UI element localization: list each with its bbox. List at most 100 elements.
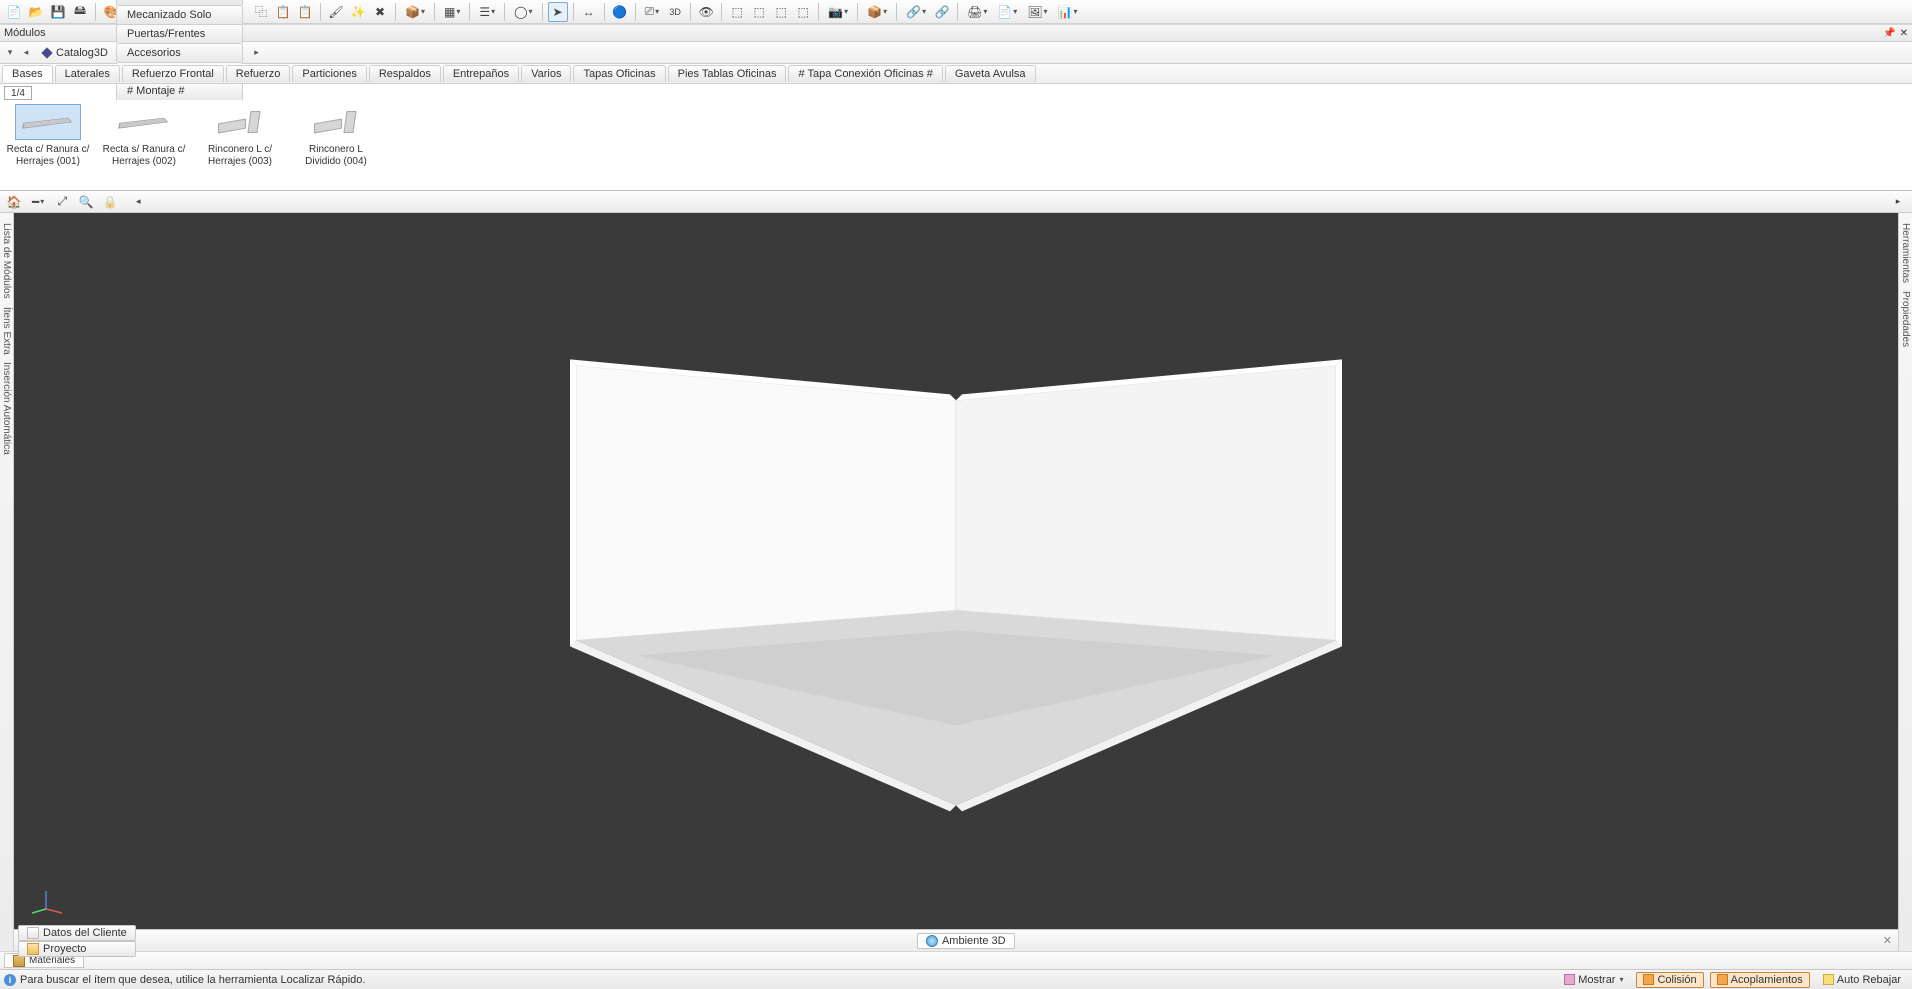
- side-tab--tens-extra[interactable]: Ítens Extra: [1, 303, 12, 359]
- status-mostrar[interactable]: Mostrar▾: [1557, 972, 1630, 988]
- tab-prev-icon[interactable]: ◂: [18, 44, 34, 62]
- gallery-item[interactable]: Rinconero L c/ Herrajes (003): [198, 104, 282, 167]
- tab-label: Datos del Cliente: [43, 927, 127, 939]
- tab-puertas-frentes[interactable]: Puertas/Frentes: [116, 24, 243, 43]
- gallery-thumb: [303, 104, 369, 140]
- subtab-entrepa-os[interactable]: Entrepaños: [443, 65, 519, 82]
- camera-dd-icon[interactable]: 📷▾: [824, 2, 852, 22]
- paste-special-icon[interactable]: 📋: [295, 2, 315, 22]
- catalog-cube-icon: [41, 47, 52, 58]
- save-all-icon[interactable]: 🖴: [70, 2, 90, 22]
- subtab-laterales[interactable]: Laterales: [55, 65, 120, 82]
- tab-menu-icon[interactable]: ▾: [2, 44, 18, 62]
- gallery-wrap: 1/4 Recta c/ Ranura c/ Herrajes (001)Rec…: [0, 84, 1912, 191]
- status-text: Para buscar el ítem que desea, utilice l…: [20, 974, 365, 986]
- subtab-pies-tablas-oficinas[interactable]: Pies Tablas Oficinas: [668, 65, 787, 82]
- subtab-refuerzo-frontal[interactable]: Refuerzo Frontal: [122, 65, 224, 82]
- subtab-tapas-oficinas[interactable]: Tapas Oficinas: [573, 65, 665, 82]
- package-dd-icon[interactable]: 📦▾: [401, 2, 429, 22]
- tab-datos-del-cliente[interactable]: Datos del Cliente: [18, 925, 136, 941]
- statusbar: i Para buscar el ítem que desea, utilice…: [0, 969, 1912, 989]
- materials-row: Materiales: [0, 951, 1912, 969]
- erase-icon[interactable]: ✖: [370, 2, 390, 22]
- close-icon[interactable]: ✕: [1900, 28, 1908, 39]
- side-tab-inserci-n-autom-tica[interactable]: Inserción Automática: [1, 358, 12, 459]
- status-label: Auto Rebajar: [1837, 974, 1901, 986]
- doc-icon: [27, 927, 39, 939]
- status-icon: [1717, 974, 1728, 985]
- print-dd-icon[interactable]: 🖨▾: [963, 2, 991, 22]
- align-dd-icon[interactable]: ⎚▾: [641, 2, 664, 22]
- side-tab-propiedades[interactable]: Propiedades: [1900, 287, 1911, 351]
- copy-icon[interactable]: ⿻: [251, 2, 271, 22]
- chain-dd-icon[interactable]: 🔗▾: [902, 2, 930, 22]
- status-icon: [1564, 974, 1575, 985]
- status-auto-rebajar[interactable]: Auto Rebajar: [1816, 972, 1908, 988]
- bottom-tabs: Datos del ClienteProyecto Ambiente 3D ✕: [14, 929, 1898, 951]
- viewport-3d[interactable]: [14, 213, 1898, 929]
- collapse-left-icon[interactable]: ◂: [128, 192, 148, 212]
- zoom-extents-icon[interactable]: ⤢: [52, 192, 72, 212]
- tab-next-icon[interactable]: ▸: [249, 44, 265, 62]
- page-dd-icon[interactable]: 📄▾: [993, 2, 1021, 22]
- home-view-icon[interactable]: 🏠: [4, 192, 24, 212]
- tab-proyecto[interactable]: Proyecto: [18, 941, 136, 957]
- module-gallery: Recta c/ Ranura c/ Herrajes (001) Recta s…: [0, 100, 1912, 190]
- eye-icon[interactable]: 👁: [696, 2, 716, 22]
- status-acoplamientos[interactable]: Acoplamientos: [1710, 972, 1810, 988]
- tab-ambiente-3d[interactable]: Ambiente 3D: [917, 933, 1015, 949]
- line-style-dd-icon[interactable]: ━▾: [28, 192, 48, 212]
- gallery-item[interactable]: Recta c/ Ranura c/ Herrajes (001): [6, 104, 90, 167]
- sphere-icon[interactable]: 🔵: [610, 2, 630, 22]
- subtab-bases[interactable]: Bases: [2, 65, 53, 82]
- shape-dd-icon[interactable]: ◯▾: [510, 2, 536, 22]
- sel1-icon[interactable]: ⬚: [727, 2, 747, 22]
- cursor-icon[interactable]: ➤: [548, 2, 568, 22]
- status-icon: [1823, 974, 1834, 985]
- collapse-right-icon[interactable]: ▸: [1888, 192, 1908, 212]
- sel3-icon[interactable]: ⬚: [771, 2, 791, 22]
- gallery-thumb: [15, 104, 81, 140]
- tab-mecanizado-solo[interactable]: Mecanizado Solo: [116, 5, 243, 24]
- right-side-strip: HerramientasPropiedades: [1898, 213, 1912, 951]
- catalog-entry[interactable]: Catalog3D: [34, 44, 116, 62]
- tab-accesorios[interactable]: Accesorios: [116, 43, 243, 62]
- status-label: Acoplamientos: [1731, 974, 1803, 986]
- subtab-varios[interactable]: Varios: [521, 65, 571, 82]
- close-tab-icon[interactable]: ✕: [1883, 934, 1892, 947]
- lock-icon[interactable]: 🔒: [100, 192, 120, 212]
- folder-icon: [27, 943, 39, 955]
- sel4-icon[interactable]: ⬚: [793, 2, 813, 22]
- save-icon[interactable]: 💾: [48, 2, 68, 22]
- wand-icon[interactable]: ✨: [348, 2, 368, 22]
- gallery-item-label: Recta s/ Ranura c/ Herrajes (002): [102, 144, 186, 167]
- status-colisi-n[interactable]: Colisión: [1636, 972, 1703, 988]
- box-dd-icon[interactable]: 📦▾: [863, 2, 891, 22]
- open-icon[interactable]: 📂: [26, 2, 46, 22]
- gallery-item[interactable]: Recta s/ Ranura c/ Herrajes (002): [102, 104, 186, 167]
- subtab-particiones[interactable]: Particiones: [292, 65, 366, 82]
- side-tab-herramientas[interactable]: Herramientas: [1900, 219, 1911, 287]
- side-tab-lista-de-m-dulos[interactable]: Lista de Módulos: [1, 219, 12, 303]
- paste-icon[interactable]: 📋: [273, 2, 293, 22]
- pin-icon[interactable]: 📌: [1883, 28, 1895, 39]
- label-3d-icon[interactable]: 3D: [665, 2, 685, 22]
- chart-dd-icon[interactable]: 📊▾: [1054, 2, 1082, 22]
- layers-dd-icon[interactable]: ☰▾: [475, 2, 499, 22]
- brush-icon[interactable]: 🖌: [326, 2, 346, 22]
- find-icon[interactable]: 🔍: [76, 192, 96, 212]
- axis-gizmo: [32, 887, 66, 915]
- subtab-gaveta-avulsa[interactable]: Gaveta Avulsa: [945, 65, 1036, 82]
- status-label: Mostrar: [1578, 974, 1615, 986]
- new-doc-icon[interactable]: 📄: [4, 2, 24, 22]
- link-icon[interactable]: 🔗: [932, 2, 952, 22]
- gallery-item[interactable]: Rinconero L Dividido (004): [294, 104, 378, 167]
- grid-dd-icon[interactable]: ▦▾: [440, 2, 464, 22]
- frame-dd-icon[interactable]: 🖼▾: [1023, 2, 1051, 22]
- sel2-icon[interactable]: ⬚: [749, 2, 769, 22]
- subtab-respaldos[interactable]: Respaldos: [369, 65, 441, 82]
- dimension-icon[interactable]: ↔: [579, 2, 599, 22]
- subtab-refuerzo[interactable]: Refuerzo: [226, 65, 291, 82]
- gallery-item-label: Recta c/ Ranura c/ Herrajes (001): [6, 144, 90, 167]
- subtab--tapa-conexi-n-oficinas-[interactable]: # Tapa Conexión Oficinas #: [788, 65, 942, 82]
